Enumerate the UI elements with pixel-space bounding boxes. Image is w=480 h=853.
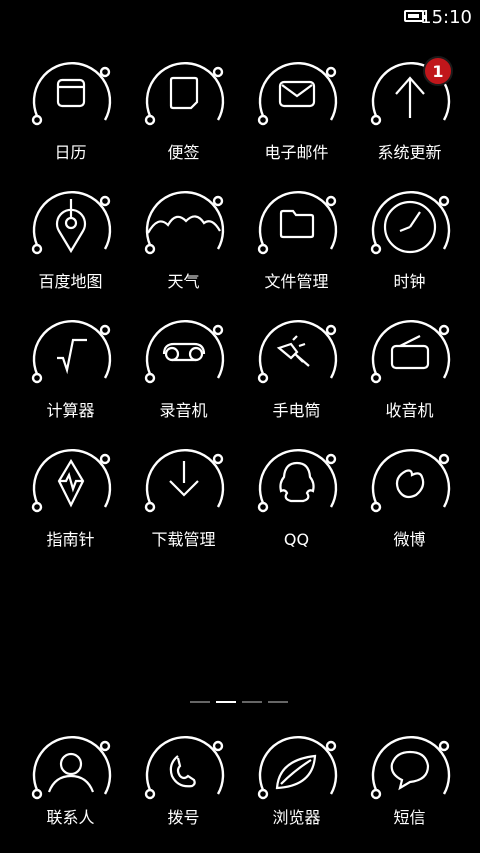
dock-contacts[interactable]: 联系人 (14, 730, 127, 828)
app-label: 便签 (167, 143, 200, 162)
compass-icon (31, 448, 111, 513)
page-indicator (190, 701, 290, 705)
email-icon (257, 61, 337, 126)
app-label: 联系人 (46, 808, 95, 827)
app-email[interactable]: 电子邮件 (240, 56, 353, 185)
clock-icon (370, 190, 450, 255)
app-label: 短信 (393, 808, 426, 827)
app-label: 系统更新 (377, 143, 442, 162)
app-label: 日历 (54, 143, 87, 162)
status-bar: 15:10 (0, 0, 480, 36)
map-pin-icon (31, 190, 111, 255)
weibo-icon (370, 448, 450, 513)
app-radio[interactable]: 收音机 (353, 314, 466, 443)
app-label: 拨号 (167, 808, 200, 827)
app-flashlight[interactable]: 手电筒 (240, 314, 353, 443)
app-compass[interactable]: 指南针 (14, 443, 127, 572)
app-label: 微博 (393, 530, 426, 549)
folder-icon (257, 190, 337, 255)
app-clock[interactable]: 时钟 (353, 185, 466, 314)
app-weibo[interactable]: 微博 (353, 443, 466, 572)
app-label: 下载管理 (151, 530, 216, 549)
phone-icon (144, 735, 224, 800)
dock-phone[interactable]: 拨号 (127, 730, 240, 828)
browser-icon (257, 735, 337, 800)
app-label: 计算器 (46, 401, 95, 420)
app-label: 电子邮件 (264, 143, 329, 162)
app-grid: 日历 便签 电子邮件 1 系统更新 百度地图 天气 文件管理 时钟 计算器 录音… (14, 56, 466, 572)
dock-browser[interactable]: 浏览器 (240, 730, 353, 828)
radio-icon (370, 319, 450, 384)
weather-icon (144, 190, 224, 255)
page-dot (242, 701, 262, 703)
notes-icon (144, 61, 224, 126)
app-file-manager[interactable]: 文件管理 (240, 185, 353, 314)
page-dot (268, 701, 288, 703)
dock: 联系人 拨号 浏览器 短信 (14, 730, 466, 828)
calendar-icon (31, 61, 111, 126)
dock-messages[interactable]: 短信 (353, 730, 466, 828)
app-notes[interactable]: 便签 (127, 56, 240, 185)
app-weather[interactable]: 天气 (127, 185, 240, 314)
calculator-icon (31, 319, 111, 384)
messages-icon (370, 735, 450, 800)
app-label: 录音机 (159, 401, 208, 420)
flashlight-icon (257, 319, 337, 384)
app-label: 收音机 (385, 401, 434, 420)
recorder-icon (144, 319, 224, 384)
app-label: 时钟 (393, 272, 426, 291)
app-label: 百度地图 (38, 272, 103, 291)
download-icon (144, 448, 224, 513)
app-calendar[interactable]: 日历 (14, 56, 127, 185)
app-label: 浏览器 (272, 808, 321, 827)
app-label: QQ (283, 530, 310, 549)
app-label: 文件管理 (264, 272, 329, 291)
app-label: 天气 (167, 272, 200, 291)
app-download-manager[interactable]: 下载管理 (127, 443, 240, 572)
app-qq[interactable]: QQ (240, 443, 353, 572)
app-recorder[interactable]: 录音机 (127, 314, 240, 443)
page-dot (190, 701, 210, 703)
app-calculator[interactable]: 计算器 (14, 314, 127, 443)
qq-icon (257, 448, 337, 513)
contacts-icon (31, 735, 111, 800)
page-dot-current (216, 701, 236, 703)
status-time: 15:10 (420, 7, 472, 28)
app-system-update[interactable]: 1 系统更新 (353, 56, 466, 185)
app-label: 指南针 (46, 530, 95, 549)
app-baidu-map[interactable]: 百度地图 (14, 185, 127, 314)
update-badge: 1 (423, 56, 453, 86)
app-label: 手电筒 (272, 401, 321, 420)
